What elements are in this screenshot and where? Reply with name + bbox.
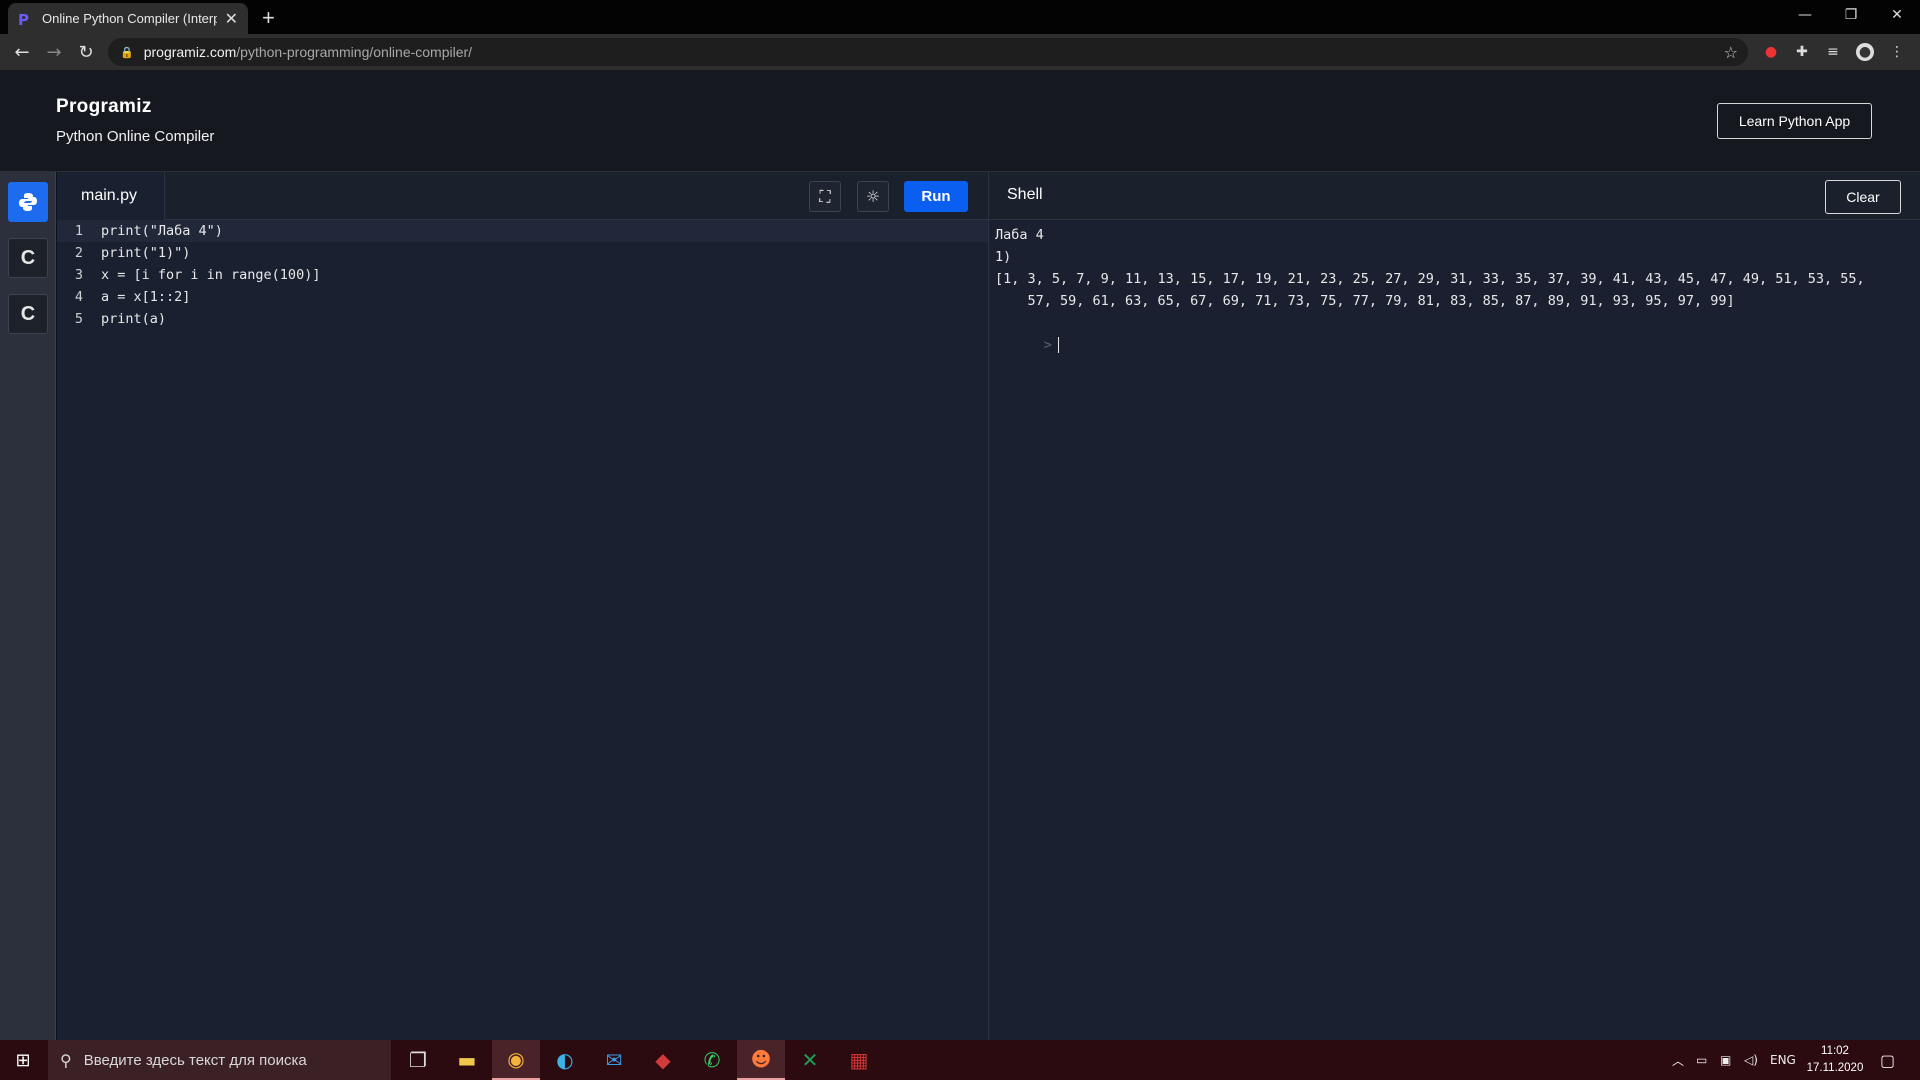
code-line: 1 print("Лаба 4") [57,220,988,242]
tab-title: Online Python Compiler (Interpre [42,11,217,26]
network-icon[interactable]: ▣ [1720,1040,1731,1080]
search-icon: ⚲ [60,1050,72,1070]
edge-icon[interactable]: ◐ [541,1040,589,1080]
code-area[interactable]: 1 print("Лаба 4") 2 print("1)") 3 x = [i… [57,220,988,330]
new-tab-button[interactable]: + [262,5,275,31]
line-text: print(a) [101,311,167,327]
cpp-language-icon[interactable]: C [8,294,48,334]
line-text: x = [i for i in range(100)] [101,267,321,283]
file-explorer-icon[interactable]: ▬ [443,1040,491,1080]
url-path: /python-programming/online-compiler/ [236,44,473,60]
shell-toolbar: Shell Clear [989,172,1920,220]
shell-prompt: > [1043,337,1052,353]
clock-date: 17.11.2020 [1806,1062,1864,1074]
line-number: 4 [74,289,83,305]
clock-time: 11:02 [1821,1045,1849,1057]
profile-avatar-icon[interactable]: ● [1856,43,1874,61]
text-cursor [1057,337,1059,353]
tray-keyboard-icon[interactable]: ▭ [1696,1040,1707,1080]
windows-taskbar: ⊞ ⚲ Введите здесь текст для поиска ❐ ▬ ◉… [0,1040,1920,1080]
forward-arrow-icon[interactable]: → [42,40,66,64]
code-line: 4 a = x[1::2] [57,286,988,308]
line-number: 3 [74,267,83,283]
input-language-indicator[interactable]: ENG [1770,1040,1796,1080]
line-number: 1 [74,223,83,239]
search-placeholder: Введите здесь текст для поиска [83,1051,307,1069]
output-line: 57, 59, 61, 63, 65, 67, 69, 71, 73, 75, … [995,293,1735,309]
lock-icon: 🔒 [120,45,134,59]
clear-button[interactable]: Clear [1825,180,1901,214]
extension-shield-icon[interactable]: ● [1762,43,1780,61]
line-text: a = x[1::2] [101,289,191,305]
c-language-icon[interactable]: C [8,238,48,278]
line-number: 2 [74,245,83,261]
code-line: 5 print(a) [57,308,988,330]
url-domain: programiz.com [143,44,237,60]
output-line: [1, 3, 5, 7, 9, 11, 13, 15, 17, 19, 21, … [995,271,1865,287]
task-view-icon[interactable]: ❐ [394,1040,442,1080]
python-logo-icon [19,193,37,211]
fullscreen-icon[interactable]: ⛶ [809,181,841,212]
theme-toggle-sun-icon[interactable]: ☼ [857,181,889,212]
address-bar[interactable]: 🔒 programiz.com /python-programming/onli… [108,38,1748,66]
python-language-icon[interactable] [8,182,48,222]
file-tab-main-py[interactable]: main.py [57,172,165,220]
output-line: 1) [995,249,1012,265]
output-line: Лаба 4 [995,227,1044,243]
site-header: Programiz Python Online Compiler Learn P… [0,70,1920,172]
run-button[interactable]: Run [904,181,968,212]
winrar-icon[interactable]: ▦ [835,1040,883,1080]
browser-tab-strip: P Online Python Compiler (Interpre ✕ + —… [0,0,1920,34]
reload-icon[interactable]: ↻ [74,40,98,64]
taskbar-search-input[interactable]: ⚲ Введите здесь текст для поиска [48,1040,391,1080]
programiz-logo[interactable]: Programiz [56,96,152,118]
line-text: print("1)") [101,245,191,261]
editor-toolbar: main.py ⛶ ☼ Run [57,172,988,220]
game-app-icon[interactable]: ◆ [639,1040,687,1080]
code-line: 3 x = [i for i in range(100)] [57,264,988,286]
windows-start-icon[interactable]: ⊞ [0,1040,46,1080]
shell-title: Shell [1007,186,1043,203]
c-language-glyph: C [20,246,36,269]
window-minimize-button[interactable]: — [1782,0,1828,30]
code-line: 2 print("1)") [57,242,988,264]
notifications-icon[interactable]: ▢ [1880,1040,1895,1080]
cpp-language-glyph: C [20,302,36,325]
window-close-button[interactable]: ✕ [1874,0,1920,30]
learn-python-app-button[interactable]: Learn Python App [1717,103,1872,139]
browser-toolbar: ← → ↻ 🔒 programiz.com /python-programmin… [0,34,1920,70]
media-queue-icon[interactable]: ≡ [1824,43,1842,61]
bookmark-star-icon[interactable]: ☆ [1724,43,1738,62]
shell-panel: Shell Clear Лаба 4 1) [1, 3, 5, 7, 9, 11… [988,172,1920,1040]
language-sidebar: C C [0,172,56,1040]
taskbar-clock[interactable]: 11:02 17.11.2020 [1800,1043,1870,1077]
mail-icon[interactable]: ✉ [590,1040,638,1080]
shell-prompt-line[interactable]: > [995,312,1905,378]
extensions-puzzle-icon[interactable]: ✚ [1793,43,1811,61]
browser-tab[interactable]: P Online Python Compiler (Interpre ✕ [8,3,248,34]
window-restore-button[interactable]: ❐ [1828,0,1874,30]
line-text: print("Лаба 4") [101,223,223,239]
shell-output[interactable]: Лаба 4 1) [1, 3, 5, 7, 9, 11, 13, 15, 17… [995,224,1905,378]
page-subtitle: Python Online Compiler [56,128,215,145]
browser-menu-icon[interactable]: ⋮ [1888,43,1906,61]
excel-icon[interactable]: ✕ [786,1040,834,1080]
whatsapp-icon[interactable]: ✆ [688,1040,736,1080]
volume-icon[interactable]: ◁) [1744,1040,1758,1080]
chrome-icon[interactable]: ◉ [492,1040,540,1080]
code-editor-panel: main.py ⛶ ☼ Run 1 print("Лаба 4") 2 prin… [57,172,988,1040]
discord-icon[interactable]: ☻ [737,1040,785,1080]
tray-chevron-icon[interactable]: ︿ [1672,1040,1684,1080]
tab-close-icon[interactable]: ✕ [225,9,238,29]
line-number: 5 [74,311,83,327]
back-arrow-icon[interactable]: ← [10,40,34,64]
programiz-favicon-icon: P [18,10,29,29]
